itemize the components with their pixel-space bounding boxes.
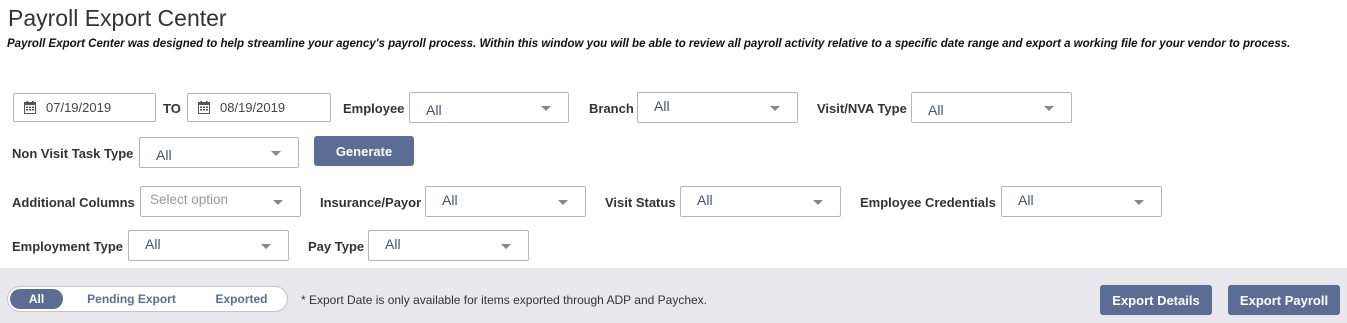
chevron-down-icon	[770, 106, 780, 111]
page-description: Payroll Export Center was designed to he…	[7, 38, 1291, 50]
insurance-payor-label: Insurance/Payor	[320, 195, 422, 210]
visit-nva-type-label: Visit/NVA Type	[817, 101, 907, 116]
employee-select[interactable]: All	[409, 92, 569, 123]
visit-nva-type-select-value: All	[928, 102, 944, 118]
employee-credentials-label: Employee Credentials	[860, 195, 996, 210]
chevron-down-icon	[1134, 200, 1144, 205]
branch-select[interactable]: All	[637, 92, 798, 123]
calendar-icon	[24, 101, 36, 114]
chevron-down-icon	[1044, 106, 1054, 111]
pay-type-label: Pay Type	[308, 239, 365, 254]
chevron-down-icon	[541, 106, 551, 111]
date-from-field[interactable]: 07/19/2019	[13, 93, 156, 122]
branch-label: Branch	[589, 101, 634, 116]
tab-pending-export[interactable]: Pending Export	[74, 289, 189, 309]
additional-columns-label: Additional Columns	[12, 195, 135, 210]
branch-select-value: All	[654, 98, 670, 114]
chevron-down-icon	[273, 200, 283, 205]
employee-credentials-select-value: All	[1018, 192, 1034, 208]
employment-type-select-value: All	[145, 236, 161, 252]
visit-status-label: Visit Status	[605, 195, 676, 210]
calendar-icon	[198, 101, 210, 114]
employee-credentials-select[interactable]: All	[1001, 186, 1162, 217]
non-visit-task-type-label: Non Visit Task Type	[12, 146, 134, 161]
employee-select-value: All	[426, 102, 442, 118]
date-to-field[interactable]: 08/19/2019	[187, 93, 331, 122]
non-visit-task-type-select[interactable]: All	[139, 137, 299, 168]
employment-type-label: Employment Type	[12, 239, 124, 254]
export-details-button[interactable]: Export Details	[1100, 285, 1212, 315]
additional-columns-select[interactable]: Select option	[140, 186, 301, 217]
export-toolbar: All Pending Export Exported * Export Dat…	[0, 268, 1347, 323]
export-date-note: * Export Date is only available for item…	[301, 293, 708, 307]
visit-nva-type-select[interactable]: All	[911, 92, 1072, 123]
visit-status-select[interactable]: All	[680, 186, 841, 217]
pay-type-select-value: All	[385, 236, 401, 252]
employment-type-select[interactable]: All	[128, 230, 289, 261]
export-status-toggle: All Pending Export Exported	[7, 286, 288, 312]
date-from-value: 07/19/2019	[46, 100, 112, 115]
additional-columns-placeholder: Select option	[150, 192, 229, 207]
chevron-down-icon	[813, 200, 823, 205]
chevron-down-icon	[501, 244, 511, 249]
insurance-payor-select[interactable]: All	[425, 186, 586, 217]
date-to-label: TO	[163, 101, 181, 116]
chevron-down-icon	[558, 200, 568, 205]
visit-status-select-value: All	[697, 192, 713, 208]
page-title: Payroll Export Center	[8, 5, 227, 31]
tab-exported[interactable]: Exported	[204, 289, 279, 309]
tab-all[interactable]: All	[10, 289, 63, 309]
insurance-payor-select-value: All	[442, 192, 458, 208]
generate-button[interactable]: Generate	[314, 136, 414, 166]
export-payroll-button[interactable]: Export Payroll	[1228, 285, 1340, 315]
chevron-down-icon	[261, 244, 271, 249]
date-to-value: 08/19/2019	[220, 100, 286, 115]
non-visit-task-type-select-value: All	[156, 147, 172, 163]
employee-label: Employee	[343, 101, 405, 116]
chevron-down-icon	[271, 151, 281, 156]
pay-type-select[interactable]: All	[368, 230, 529, 261]
